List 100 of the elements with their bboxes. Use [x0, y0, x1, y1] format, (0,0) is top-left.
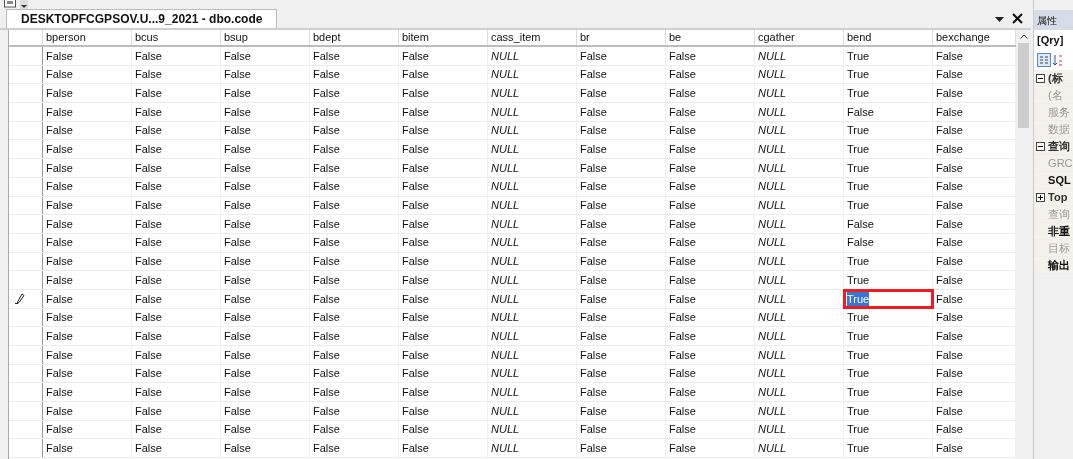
table-cell[interactable]: False — [669, 215, 696, 233]
categorized-icon[interactable] — [1037, 53, 1052, 67]
table-cell[interactable]: NULL — [491, 327, 520, 345]
table-cell[interactable]: False — [224, 346, 251, 364]
toolbar-icon[interactable] — [4, 0, 16, 8]
table-cell[interactable]: False — [135, 159, 162, 177]
table-cell[interactable]: False — [936, 103, 963, 121]
table-cell[interactable]: False — [402, 66, 429, 83]
table-cell[interactable]: False — [135, 365, 162, 382]
expand-icon[interactable] — [1036, 192, 1046, 202]
table-cell[interactable]: NULL — [758, 66, 787, 83]
table-cell[interactable]: False — [669, 159, 696, 177]
table-cell[interactable]: False — [224, 290, 251, 308]
table-cell[interactable]: False — [313, 440, 340, 457]
table-cell[interactable]: False — [46, 365, 73, 382]
table-cell[interactable]: False — [847, 234, 874, 251]
column-header[interactable]: br — [577, 30, 666, 45]
table-cell[interactable]: False — [936, 178, 963, 195]
table-cell[interactable]: NULL — [758, 122, 787, 139]
scroll-up-icon[interactable] — [1019, 34, 1028, 39]
table-cell[interactable]: False — [313, 271, 340, 289]
table-cell[interactable]: False — [580, 253, 607, 270]
table-cell[interactable]: False — [135, 141, 162, 158]
table-cell[interactable]: False — [224, 47, 251, 65]
table-cell[interactable]: False — [402, 253, 429, 270]
table-cell[interactable]: NULL — [491, 402, 520, 420]
table-cell[interactable]: False — [580, 84, 607, 102]
table-cell[interactable]: False — [46, 346, 73, 364]
table-cell[interactable]: True — [847, 253, 870, 270]
table-cell[interactable]: False — [936, 365, 963, 382]
table-cell[interactable]: False — [313, 346, 340, 364]
table-cell[interactable]: False — [46, 421, 73, 438]
table-cell[interactable]: NULL — [758, 197, 787, 214]
table-cell[interactable]: False — [224, 103, 251, 121]
table-cell[interactable]: False — [402, 421, 429, 438]
table-cell[interactable]: False — [135, 253, 162, 270]
table-cell[interactable]: NULL — [758, 234, 787, 251]
table-cell[interactable]: False — [135, 215, 162, 233]
table-cell[interactable]: False — [402, 215, 429, 233]
table-cell[interactable]: False — [402, 365, 429, 382]
column-header[interactable]: cgather — [755, 30, 844, 45]
close-icon[interactable] — [1012, 13, 1024, 24]
table-cell[interactable]: NULL — [491, 103, 520, 121]
table-cell[interactable]: False — [46, 290, 73, 308]
table-cell[interactable]: False — [402, 234, 429, 251]
table-cell[interactable]: NULL — [491, 234, 520, 251]
table-cell[interactable]: False — [580, 346, 607, 364]
table-cell[interactable]: False — [669, 309, 696, 326]
table-cell[interactable]: False — [135, 421, 162, 438]
table-cell[interactable]: False — [313, 197, 340, 214]
table-cell[interactable]: False — [313, 84, 340, 102]
table-cell[interactable]: True — [847, 346, 870, 364]
table-cell[interactable]: False — [313, 122, 340, 139]
table-cell[interactable]: False — [224, 309, 251, 326]
table-cell[interactable]: NULL — [491, 178, 520, 195]
table-cell[interactable]: False — [402, 159, 429, 177]
table-cell[interactable]: False — [224, 141, 251, 158]
scrollbar-thumb[interactable] — [1018, 43, 1029, 128]
table-cell[interactable]: NULL — [491, 440, 520, 457]
table-cell[interactable]: False — [46, 309, 73, 326]
table-cell[interactable]: NULL — [758, 47, 787, 65]
table-cell[interactable]: False — [46, 122, 73, 139]
table-cell[interactable]: False — [313, 47, 340, 65]
dropdown-icon[interactable] — [20, 0, 28, 9]
table-cell[interactable]: NULL — [491, 84, 520, 102]
table-cell[interactable]: False — [936, 440, 963, 457]
table-cell[interactable]: False — [135, 197, 162, 214]
table-cell[interactable]: NULL — [758, 365, 787, 382]
table-cell[interactable]: False — [224, 402, 251, 420]
table-cell[interactable]: False — [936, 290, 963, 308]
table-cell[interactable]: False — [936, 84, 963, 102]
table-cell[interactable]: False — [135, 103, 162, 121]
table-cell[interactable]: False — [669, 253, 696, 270]
table-cell[interactable]: False — [580, 383, 607, 401]
table-cell[interactable]: False — [135, 290, 162, 308]
column-header[interactable]: bend — [844, 30, 933, 45]
table-cell[interactable]: False — [46, 253, 73, 270]
table-cell[interactable]: False — [580, 103, 607, 121]
table-cell[interactable]: True — [847, 309, 870, 326]
table-cell[interactable]: False — [936, 215, 963, 233]
table-cell[interactable]: True — [847, 440, 870, 457]
table-cell[interactable]: False — [580, 309, 607, 326]
table-cell[interactable]: False — [580, 141, 607, 158]
table-cell[interactable]: False — [669, 234, 696, 251]
table-cell[interactable]: NULL — [491, 253, 520, 270]
table-cell[interactable]: False — [669, 383, 696, 401]
table-cell[interactable]: False — [224, 271, 251, 289]
table-cell[interactable]: False — [224, 421, 251, 438]
table-cell[interactable]: True — [847, 383, 870, 401]
table-cell[interactable]: False — [135, 440, 162, 457]
table-cell[interactable]: NULL — [491, 141, 520, 158]
table-cell[interactable]: False — [135, 122, 162, 139]
table-cell[interactable]: False — [580, 159, 607, 177]
table-cell[interactable]: False — [313, 215, 340, 233]
column-header[interactable]: be — [666, 30, 755, 45]
collapse-icon[interactable] — [1036, 141, 1046, 151]
table-cell[interactable]: NULL — [491, 122, 520, 139]
table-cell[interactable]: False — [936, 47, 963, 65]
table-cell[interactable]: NULL — [758, 84, 787, 102]
table-cell[interactable]: False — [313, 234, 340, 251]
